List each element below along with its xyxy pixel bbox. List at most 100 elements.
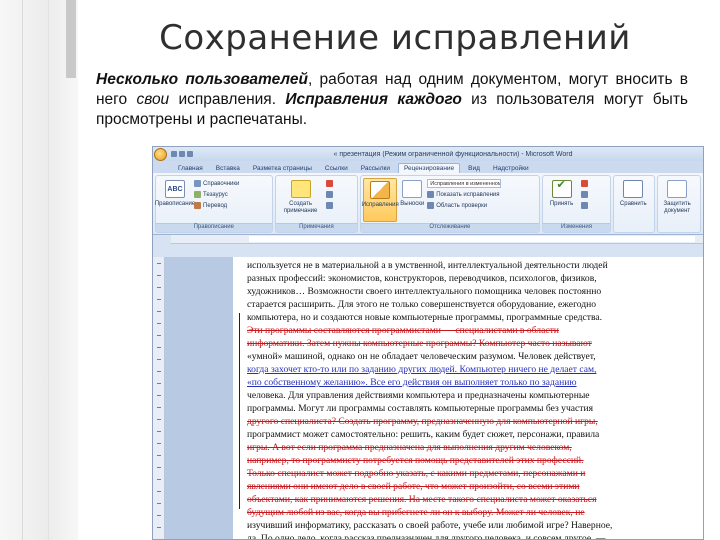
ribbon-tab[interactable]: Рецензирование (397, 163, 461, 173)
show-markup-icon (427, 191, 435, 198)
markup-display-select[interactable]: Исправления в измененном документе (427, 179, 502, 188)
ribbon-tab[interactable]: Надстройки (488, 164, 534, 173)
ruler-tick (157, 395, 161, 396)
group-compare: Сравнить (613, 175, 656, 233)
delete-comment-icon (325, 180, 333, 187)
document-line-text: «умной» машиной, однако он не обладает ч… (247, 351, 596, 362)
show-markup-button[interactable]: Показать исправления (427, 190, 501, 199)
ruler-tick (157, 287, 161, 288)
word-window-screenshot: « презентация (Режим ограниченной функци… (152, 146, 704, 540)
document-line: изучивший информатику, рассказать о свое… (247, 519, 675, 532)
ruler-tick (157, 503, 161, 504)
ruler-tick (157, 347, 161, 348)
body-text-2: исправления. (169, 91, 286, 108)
document-line-text: художников… Возможности своего интеллект… (247, 286, 602, 297)
prev-change-button[interactable] (580, 190, 588, 199)
reviewing-pane-button[interactable]: Область проверки (427, 201, 501, 210)
group-comments: Создать примечание Примечания (274, 175, 359, 233)
reject-button[interactable] (580, 179, 588, 188)
change-marker-bar (239, 313, 240, 509)
comments-small-buttons (325, 178, 333, 210)
quick-access-toolbar (171, 151, 193, 157)
track-changes-icon (370, 181, 391, 199)
translate-button[interactable]: Перевод (194, 201, 239, 210)
deleted-text: например, то программисту потребуется по… (247, 455, 584, 466)
document-line: компьютера, но и создаются новые компьют… (247, 311, 675, 324)
spelling-button-label: Правописание (154, 201, 196, 207)
document-line: используется не в материальной а в умств… (247, 259, 675, 272)
prev-comment-button[interactable] (325, 190, 333, 199)
research-button[interactable]: Справочники (194, 179, 239, 188)
group-changes-label: Изменения (542, 223, 611, 232)
tracking-small-controls: Исправления в измененном документе Показ… (427, 178, 502, 210)
compare-button[interactable]: Сравнить (616, 178, 650, 222)
accept-button[interactable]: Принять (545, 178, 579, 222)
balloons-label: Выноски (400, 201, 425, 207)
compare-label: Сравнить (619, 201, 647, 207)
body-emphasis-users: Несколько пользователей (96, 71, 308, 88)
office-button[interactable] (154, 148, 167, 161)
ribbon-tab[interactable]: Рассылки (356, 164, 395, 173)
spelling-icon: ABC (165, 180, 185, 198)
ruler-tick (157, 323, 161, 324)
document-line: информатики. Затем нужны компьютерные пр… (247, 337, 675, 350)
spelling-button[interactable]: ABC Правописание (154, 178, 196, 222)
next-comment-icon (325, 202, 333, 209)
changes-small-buttons (580, 178, 588, 210)
document-line: Эти программы составляются программистам… (247, 324, 675, 337)
ruler-tick (157, 383, 161, 384)
document-line: разных профессий: экономистов, конструкт… (247, 272, 675, 285)
document-line: «умной» машиной, однако он не обладает ч… (247, 350, 675, 363)
ribbon-tab[interactable]: Главная (173, 164, 208, 173)
document-line: да. По одно дело, когда рассказ предназн… (247, 532, 675, 539)
body-emphasis-own: свои (136, 91, 170, 108)
deleted-text: явлениями они имеют дело в своей работе,… (247, 481, 580, 492)
balloons-button[interactable]: Выноски (399, 178, 425, 222)
group-proofing-label: Правописание (156, 223, 272, 232)
track-changes-button[interactable]: Исправления (361, 178, 399, 222)
accept-icon (551, 180, 572, 198)
protect-document-button[interactable]: Защитить документ (660, 178, 694, 222)
body-emphasis-each: Исправления каждого (285, 91, 462, 108)
slide-body: Несколько пользователей, работая над одн… (96, 70, 688, 130)
document-line: будущим любой из вас, когда вы прибегнет… (247, 506, 675, 519)
show-markup-label: Показать исправления (436, 191, 500, 198)
document-line: художников… Возможности своего интеллект… (247, 285, 675, 298)
deleted-text: Только специалист может подробно указать… (247, 468, 586, 479)
redo-icon[interactable] (187, 151, 193, 157)
document-page[interactable]: используется не в материальной а в умств… (233, 257, 703, 539)
new-comment-label: Создать примечание (283, 201, 318, 214)
undo-icon[interactable] (179, 151, 185, 157)
ribbon-tab[interactable]: Разметка страницы (248, 164, 317, 173)
translate-label: Перевод (203, 202, 228, 209)
vertical-ruler[interactable] (153, 257, 165, 539)
document-line-text: программы. Могут ли программы составлять… (247, 403, 594, 414)
ribbon-tab[interactable]: Вид (463, 164, 485, 173)
save-icon[interactable] (171, 151, 177, 157)
document-line: старается расширить. Для этого не только… (247, 298, 675, 311)
group-proofing: ABC Правописание Справочники Тезаурус Пе… (155, 175, 273, 233)
deleted-text: объектами, как принимаются решения. На м… (247, 494, 597, 505)
research-icon (194, 180, 201, 187)
document-line-text: программист может самостоятельно: решить… (247, 429, 600, 440)
delete-comment-button[interactable] (325, 179, 333, 188)
ruler-tick (157, 491, 161, 492)
next-comment-button[interactable] (325, 201, 333, 210)
document-line: явлениями они имеют дело в своей работе,… (247, 480, 675, 493)
ribbon-tab[interactable]: Вставка (211, 164, 245, 173)
deleted-text: Эти программы составляются программистам… (247, 325, 559, 336)
document-line: например, то программисту потребуется по… (247, 454, 675, 467)
horizontal-ruler[interactable] (171, 235, 703, 244)
inserted-text: «по собственному желанию». Все его дейст… (247, 377, 577, 388)
ribbon-tab[interactable]: Ссылки (320, 164, 353, 173)
thesaurus-button[interactable]: Тезаурус (194, 190, 239, 199)
next-change-button[interactable] (580, 201, 588, 210)
track-changes-label: Исправления (361, 202, 399, 208)
document-line: игры. А вот если программа предназначена… (247, 441, 675, 454)
group-protect: Защитить документ (657, 175, 701, 233)
group-comments-label: Примечания (275, 223, 358, 232)
new-comment-button[interactable]: Создать примечание (278, 178, 324, 222)
thesaurus-icon (194, 191, 201, 198)
ruler-text-area (249, 236, 695, 242)
document-line-text: компьютера, но и создаются новые компьют… (247, 312, 603, 323)
